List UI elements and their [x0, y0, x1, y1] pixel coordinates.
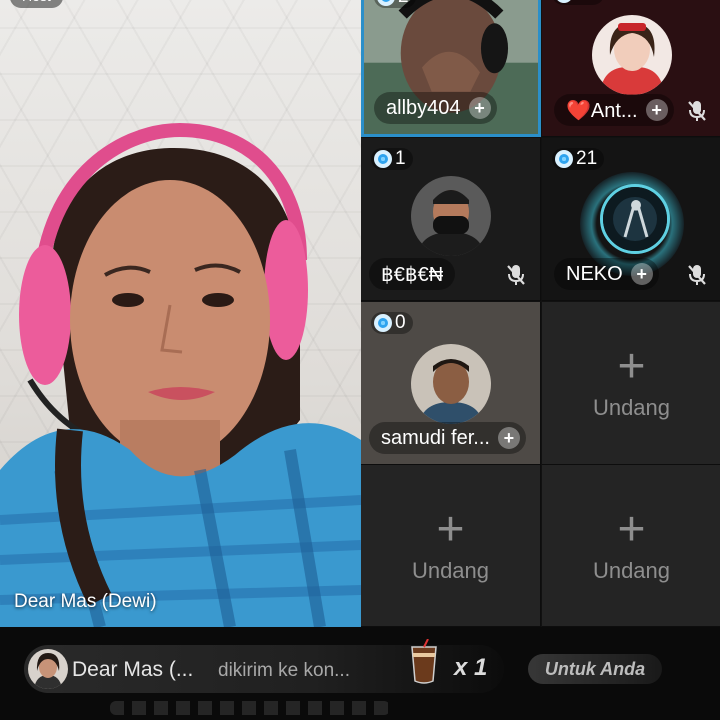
mic-muted-icon: [688, 101, 706, 121]
plus-icon: +: [436, 502, 465, 556]
mic-muted-icon: [688, 265, 706, 285]
seat-score-value: 32: [576, 0, 597, 5]
seat-score-value: 1: [395, 148, 406, 169]
seat-score-badge: 2: [374, 0, 416, 8]
guest-seat-samudi[interactable]: 0 samudi fer... +: [361, 302, 541, 465]
host-video[interactable]: Host Dear Mas (Dewi): [0, 0, 361, 627]
gift-message: dikirim ke kon...: [218, 660, 350, 681]
follow-plus-icon[interactable]: +: [497, 427, 520, 449]
seat-score-value: 0: [395, 312, 406, 333]
guest-seat-grid: 2 allby404 + 32 ❤️Ant... +: [361, 0, 720, 627]
invite-label: Undang: [592, 557, 671, 583]
invite-slot[interactable]: + Undang: [542, 465, 720, 626]
for-you-button[interactable]: Untuk Anda: [528, 654, 662, 684]
gift-count: x 1: [454, 654, 488, 681]
invite-label: Undang: [411, 557, 490, 583]
guest-seat-ant[interactable]: 32 ❤️Ant... +: [542, 0, 720, 137]
seat-avatar: [599, 184, 670, 254]
invite-seat-2[interactable]: + Undang: [361, 465, 541, 627]
seat-name-bar[interactable]: allby404 +: [374, 92, 497, 124]
seat-name-label: allby404: [386, 96, 461, 119]
mic-muted-icon: [507, 265, 525, 285]
scrolling-comments: [110, 701, 390, 715]
host-name-label: Dear Mas (Dewi): [14, 591, 157, 612]
seat-avatar: [410, 176, 491, 256]
guest-seat-bebe[interactable]: 1 ฿€฿€₦: [361, 138, 541, 301]
invite-seat-1[interactable]: + Undang: [542, 302, 720, 465]
seat-name-label: samudi fer...: [381, 426, 490, 449]
follow-plus-icon[interactable]: +: [645, 99, 668, 121]
seat-name-label: ฿€฿€₦: [381, 263, 444, 286]
seat-score-value: 21: [576, 148, 598, 169]
sender-avatar: [28, 649, 68, 689]
gem-icon: [555, 150, 573, 168]
invite-slot[interactable]: + Undang: [542, 302, 720, 464]
gem-icon: [374, 314, 392, 332]
invite-slot[interactable]: + Undang: [361, 465, 540, 626]
plus-icon: +: [617, 340, 646, 393]
bottom-bar: Dear Mas (... dikirim ke kon... x 1 Untu…: [0, 627, 720, 720]
plus-icon: +: [617, 502, 646, 556]
follow-plus-icon[interactable]: +: [468, 97, 491, 119]
seat-score-badge: 32: [552, 0, 605, 5]
seat-avatar: [410, 344, 491, 424]
invite-label: Undang: [592, 395, 671, 420]
seat-name-bar[interactable]: NEKO +: [554, 258, 659, 290]
guest-seat-allby404[interactable]: 2 allby404 +: [361, 0, 541, 137]
gem-icon: [377, 0, 395, 6]
seat-score-badge: 0: [371, 312, 413, 334]
invite-seat-3[interactable]: + Undang: [542, 465, 720, 627]
seat-score-badge: 1: [371, 148, 413, 170]
seat-avatar: [591, 15, 672, 95]
seat-name-label: NEKO: [566, 262, 623, 285]
gift-sender-name: Dear Mas (...: [72, 658, 194, 681]
seat-score-badge: 21: [552, 148, 605, 170]
coffee-cup-icon: [411, 639, 437, 684]
follow-plus-icon[interactable]: +: [630, 263, 653, 285]
host-tag: Host: [10, 0, 63, 8]
gem-icon: [374, 150, 392, 168]
seat-name-bar[interactable]: samudi fer... +: [369, 422, 526, 454]
gift-notification[interactable]: Dear Mas (... dikirim ke kon... x 1: [24, 639, 504, 693]
seat-name-bar[interactable]: ❤️Ant... +: [554, 94, 674, 126]
gem-icon: [555, 0, 573, 3]
seat-score-value: 2: [398, 0, 409, 8]
guest-seat-neko[interactable]: 21 NEKO +: [542, 138, 720, 301]
host-video-feed: [0, 122, 361, 627]
seat-name-label: ❤️Ant...: [566, 99, 638, 122]
seat-name-bar[interactable]: ฿€฿€₦: [369, 258, 456, 290]
